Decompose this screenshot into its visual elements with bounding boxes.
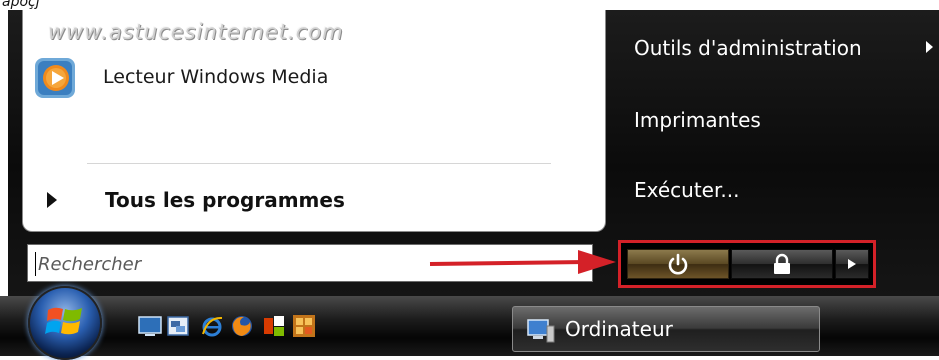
menu-item-admin-tools[interactable]: Outils d'administration [634,36,862,60]
firefox-icon[interactable] [230,314,254,338]
arrow-right-icon [848,259,856,269]
show-desktop-icon[interactable] [138,314,162,338]
shutdown-options-button[interactable] [835,249,869,279]
program-item-windows-media[interactable]: Lecteur Windows Media [33,54,553,100]
program-label: Lecteur Windows Media [103,66,329,88]
cropped-text: apoçj [2,0,40,10]
start-button[interactable] [28,286,102,360]
menu-item-run[interactable]: Exécuter... [634,178,739,202]
taskbar-window-label: Ordinateur [565,317,673,341]
windows-logo-icon [45,307,82,335]
internet-explorer-icon[interactable] [200,314,224,338]
menu-item-printers[interactable]: Imprimantes [634,108,761,132]
lock-button[interactable] [731,249,833,279]
all-programs-button[interactable]: Tous les programmes [47,180,345,220]
power-button[interactable] [627,249,729,279]
power-controls [618,240,876,288]
office-icon[interactable] [262,314,286,338]
all-programs-label: Tous les programmes [105,188,345,212]
lock-icon [774,253,790,274]
windows-media-player-icon [33,54,79,100]
power-icon [668,253,688,275]
arrow-right-icon [47,192,57,208]
submenu-arrow-icon [926,41,933,53]
start-menu-programs-panel: www.astucesinternet.com Lecteur Windows … [22,10,606,232]
computer-icon [527,319,555,343]
grid-app-icon[interactable] [292,314,316,338]
watermark: www.astucesinternet.com [48,20,344,44]
separator [87,163,551,164]
switch-windows-icon[interactable] [166,314,190,338]
taskbar-window-button[interactable]: Ordinateur [512,306,820,352]
annotation-arrow-icon [429,250,616,274]
